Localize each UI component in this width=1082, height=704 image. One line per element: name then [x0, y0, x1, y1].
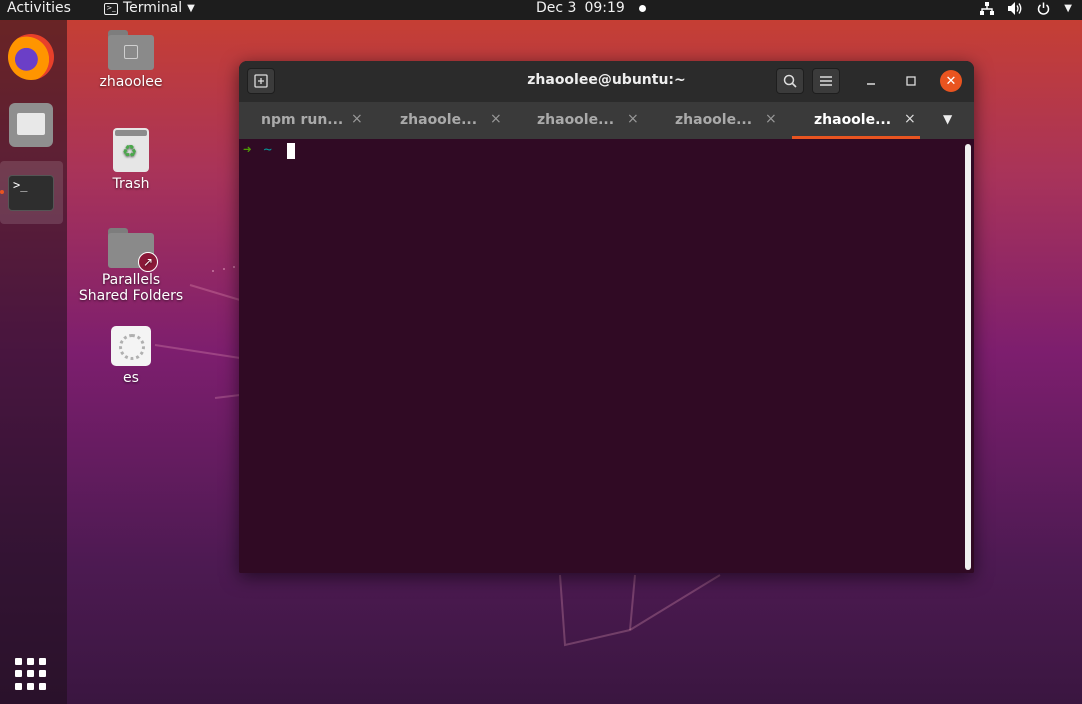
minimize-icon [867, 83, 875, 85]
show-applications-button[interactable] [15, 658, 47, 690]
network-icon [980, 2, 995, 15]
desktop-icon-home[interactable]: zhaoolee [76, 30, 186, 90]
desktop-icon-es[interactable]: es [76, 326, 186, 386]
search-icon [783, 74, 797, 88]
system-tray[interactable]: ▼ [980, 0, 1072, 17]
tab[interactable]: zhaoole... × [378, 102, 516, 139]
notification-dot-icon [638, 5, 646, 12]
menu-button[interactable] [812, 68, 840, 94]
search-button[interactable] [776, 68, 804, 94]
window-titlebar[interactable]: zhaoolee@ubuntu:~ ✕ [239, 61, 974, 102]
text-cursor [287, 143, 295, 159]
running-indicator [0, 190, 4, 194]
top-bar: Activities >_ Terminal ▼ Dec 3 09:19 ▼ [0, 0, 1082, 20]
folder-link-icon: ↗ [108, 228, 158, 272]
clock-time: 09:19 [584, 0, 625, 16]
tab[interactable]: zhaoole... × [653, 102, 791, 139]
minimize-button[interactable] [861, 71, 881, 91]
clock-date: Dec 3 [536, 0, 577, 16]
desktop-icon-label: Trash [112, 176, 150, 192]
close-icon: ✕ [945, 73, 957, 89]
maximize-button[interactable] [901, 71, 921, 91]
tab-close-icon[interactable]: × [627, 111, 639, 127]
tab-close-icon[interactable]: × [490, 111, 502, 127]
activities-button[interactable]: Activities [7, 0, 71, 17]
dock: >_ [0, 20, 67, 704]
desktop-icon-label: Parallels Shared Folders [78, 272, 184, 304]
tab-close-icon[interactable]: × [765, 111, 777, 127]
settings-icon [111, 326, 151, 366]
dock-item-firefox[interactable] [6, 32, 56, 82]
desktop-icon-trash[interactable]: ♻ Trash [76, 128, 186, 192]
home-folder-icon [108, 30, 154, 70]
tab-close-icon[interactable]: × [904, 111, 916, 127]
terminal-icon: >_ [8, 175, 54, 211]
tab-label: zhaoole... [537, 112, 615, 128]
chevron-down-icon: ▼ [187, 3, 195, 14]
tab[interactable]: npm run... × [239, 102, 377, 139]
tab-label: zhaoole... [814, 112, 892, 128]
maximize-icon [906, 76, 916, 86]
tab-close-icon[interactable]: × [351, 111, 363, 127]
terminal-output[interactable]: ➜ ~ [239, 139, 974, 573]
desktop-icon-label: es [123, 370, 139, 386]
volume-icon [1008, 2, 1022, 15]
tab-list-dropdown-icon[interactable]: ▼ [943, 112, 952, 126]
dock-item-files[interactable] [6, 100, 56, 150]
power-icon [1038, 2, 1050, 15]
desktop-icon-label: zhaoolee [99, 74, 163, 90]
tab-label: npm run... [261, 112, 344, 128]
files-icon [9, 103, 53, 147]
firefox-icon [8, 34, 54, 80]
prompt-directory: ~ [263, 142, 272, 158]
scrollbar[interactable] [965, 144, 971, 570]
tab-label: zhaoole... [400, 112, 478, 128]
close-button[interactable]: ✕ [940, 70, 962, 92]
trash-icon: ♻ [113, 128, 149, 172]
terminal-icon: >_ [104, 2, 118, 15]
clock[interactable]: Dec 3 09:19 [536, 0, 646, 17]
chevron-down-icon: ▼ [1064, 3, 1072, 14]
shell-prompt: ➜ ~ [243, 142, 272, 158]
app-menu[interactable]: >_ Terminal ▼ [104, 0, 195, 17]
app-menu-label: Terminal [123, 0, 183, 16]
tab-label: zhaoole... [675, 112, 753, 128]
dock-item-terminal[interactable]: >_ [6, 168, 56, 218]
tab-active[interactable]: zhaoole... × [792, 102, 930, 139]
desktop-icon-parallels-shared-folders[interactable]: ↗ Parallels Shared Folders [76, 228, 186, 304]
tab-bar: npm run... × zhaoole... × zhaoole... × z… [239, 102, 974, 139]
prompt-arrow: ➜ [243, 142, 252, 158]
tab[interactable]: zhaoole... × [515, 102, 653, 139]
terminal-window: zhaoolee@ubuntu:~ ✕ npm run... × zhaoole… [239, 61, 974, 573]
hamburger-icon [820, 76, 832, 86]
